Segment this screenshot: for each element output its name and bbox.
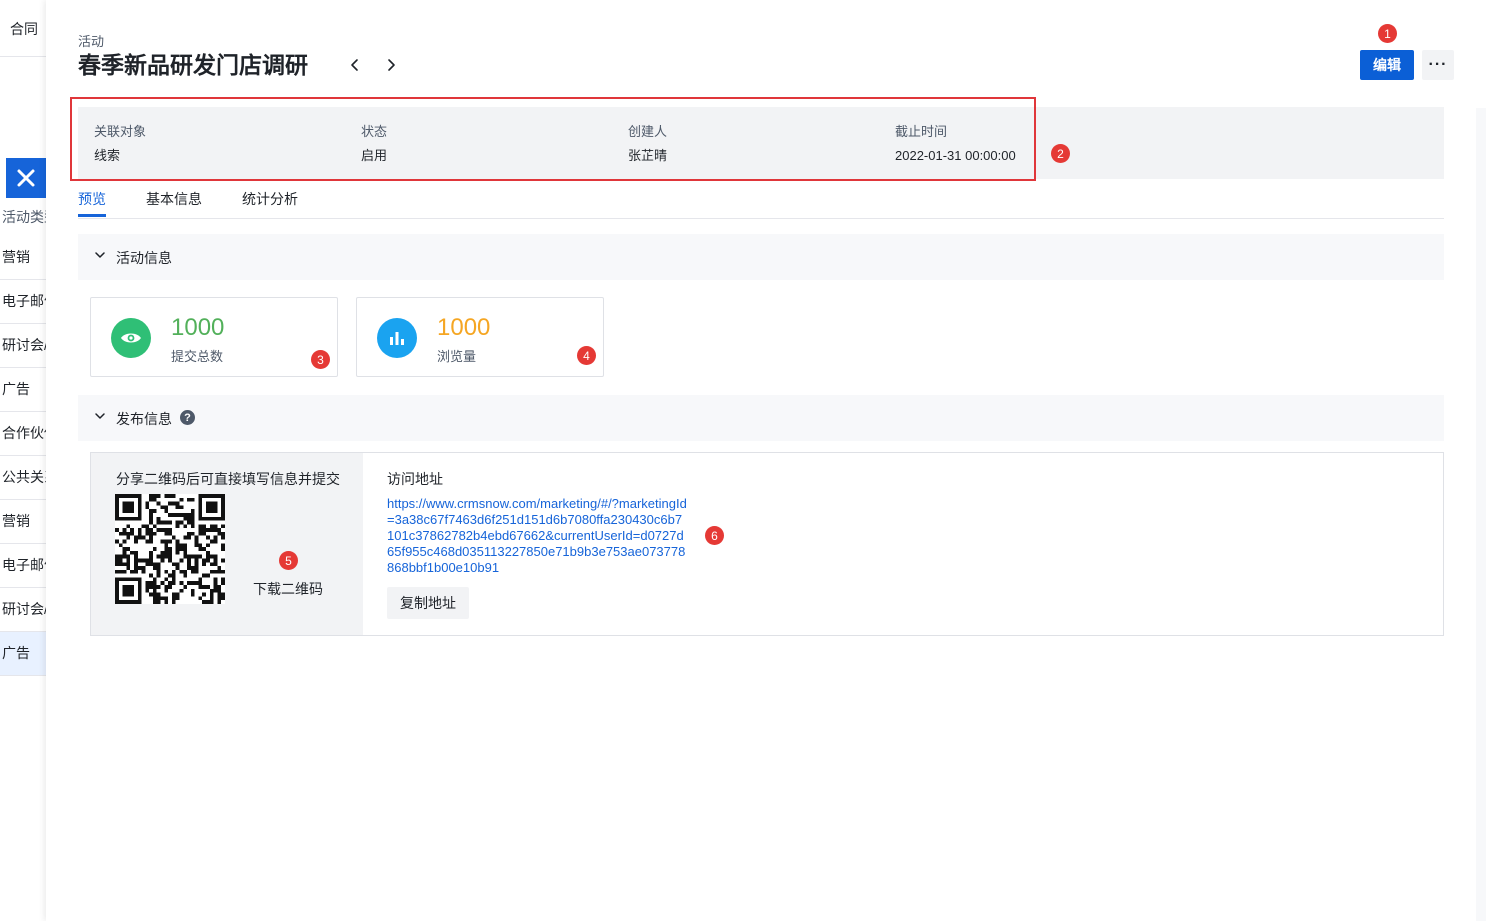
- background-row[interactable]: 营销: [0, 500, 48, 544]
- background-row[interactable]: 电子邮件: [0, 544, 48, 588]
- background-nav-tab[interactable]: 合同: [0, 0, 48, 57]
- summary-value: 线索: [94, 148, 121, 163]
- download-qr-link[interactable]: 下载二维码: [253, 579, 323, 599]
- stat-icon-circle: [377, 318, 417, 358]
- stat-icon-circle: [111, 318, 151, 358]
- summary-value: 2022-01-31 00:00:00: [895, 148, 1016, 163]
- help-icon[interactable]: ?: [180, 410, 195, 425]
- annotation-badge-4: 4: [577, 346, 596, 365]
- more-actions-button[interactable]: ···: [1422, 50, 1454, 80]
- summary-label: 创建人: [628, 124, 668, 139]
- section-publish-info[interactable]: 发布信息 ?: [78, 395, 1444, 441]
- page-title: 春季新品研发门店调研: [78, 52, 308, 78]
- stat-label: 浏览量: [437, 349, 477, 364]
- chevron-down-icon: [95, 413, 105, 419]
- access-url-link[interactable]: https://www.crmsnow.com/marketing/#/?mar…: [387, 496, 689, 576]
- previous-record-button[interactable]: [344, 52, 366, 78]
- background-row[interactable]: 公共关系: [0, 456, 48, 500]
- copy-url-button[interactable]: 复制地址: [387, 587, 469, 619]
- background-row[interactable]: 合作伙伴: [0, 412, 48, 456]
- tab-preview[interactable]: 预览: [78, 190, 106, 208]
- annotation-badge-5: 5: [279, 551, 298, 570]
- bar-chart-icon: [390, 332, 404, 345]
- summary-creator: 创建人 张芷晴: [628, 123, 667, 164]
- tab-basic-info[interactable]: 基本信息: [146, 190, 202, 208]
- access-url-label: 访问地址: [387, 471, 443, 487]
- active-tab-indicator: [78, 214, 106, 217]
- close-drawer-button[interactable]: [6, 158, 46, 198]
- summary-status: 状态 启用: [361, 123, 387, 164]
- section-title: 发布信息: [116, 411, 172, 427]
- background-row[interactable]: 营销: [0, 236, 48, 280]
- background-column-header: 活动类型: [2, 209, 50, 225]
- background-nav-label: 合同: [10, 21, 38, 37]
- tab-statistics[interactable]: 统计分析: [242, 190, 298, 208]
- chevron-down-icon: [95, 252, 105, 258]
- annotation-badge-3: 3: [311, 350, 330, 369]
- qr-title: 分享二维码后可直接填写信息并提交: [116, 471, 340, 487]
- summary-value: 启用: [361, 148, 388, 163]
- chevron-right-icon: [388, 59, 395, 71]
- summary-label: 截止时间: [895, 124, 948, 139]
- more-icon: ···: [1428, 56, 1448, 73]
- stat-card-submissions: 1000 提交总数 3: [90, 297, 338, 377]
- summary-related-object: 关联对象 线索: [94, 123, 146, 164]
- publish-panel: 分享二维码后可直接填写信息并提交 5 下载二维码 访问地址 https://ww…: [90, 452, 1444, 636]
- summary-deadline: 截止时间 2022-01-31 00:00:00: [895, 123, 1016, 164]
- drawer-scrollbar[interactable]: [1476, 108, 1486, 921]
- summary-label: 状态: [361, 124, 388, 139]
- background-list: 营销 电子邮件 研讨会/展会 广告 合作伙伴 公共关系 营销 电子邮件 研讨会/…: [0, 236, 48, 676]
- close-icon: [17, 169, 35, 187]
- qr-code-image: [115, 494, 225, 604]
- background-row[interactable]: 研讨会/展会: [0, 324, 48, 368]
- background-row[interactable]: 研讨会/展会: [0, 588, 48, 632]
- section-title: 活动信息: [116, 250, 172, 266]
- tab-bar: 预览 基本信息 统计分析: [78, 188, 1444, 219]
- chevron-left-icon: [351, 59, 358, 71]
- next-record-button[interactable]: [380, 52, 402, 78]
- edit-button[interactable]: 编辑: [1360, 50, 1414, 80]
- summary-highlight-box: [70, 97, 1036, 181]
- stat-value: 1000: [437, 314, 491, 341]
- eye-icon: [121, 333, 141, 343]
- annotation-badge-2: 2: [1051, 144, 1070, 163]
- breadcrumb: 活动: [78, 34, 105, 49]
- background-row[interactable]: 广告: [0, 368, 48, 412]
- detail-drawer: 活动 春季新品研发门店调研 1 编辑 ··· 关联对象 线索 状态 启用 创建人…: [46, 0, 1486, 921]
- background-row-selected[interactable]: 广告: [0, 632, 48, 676]
- stat-card-views: 1000 浏览量 4: [356, 297, 604, 377]
- background-row[interactable]: 电子邮件: [0, 280, 48, 324]
- stat-label: 提交总数: [171, 349, 224, 364]
- stat-value: 1000: [171, 314, 225, 341]
- summary-label: 关联对象: [94, 124, 147, 139]
- summary-value: 张芷晴: [628, 148, 668, 163]
- section-activity-info[interactable]: 活动信息: [78, 234, 1444, 280]
- qr-panel: 分享二维码后可直接填写信息并提交 5 下载二维码: [91, 453, 363, 635]
- annotation-badge-6: 6: [705, 526, 724, 545]
- annotation-badge-1: 1: [1378, 24, 1397, 43]
